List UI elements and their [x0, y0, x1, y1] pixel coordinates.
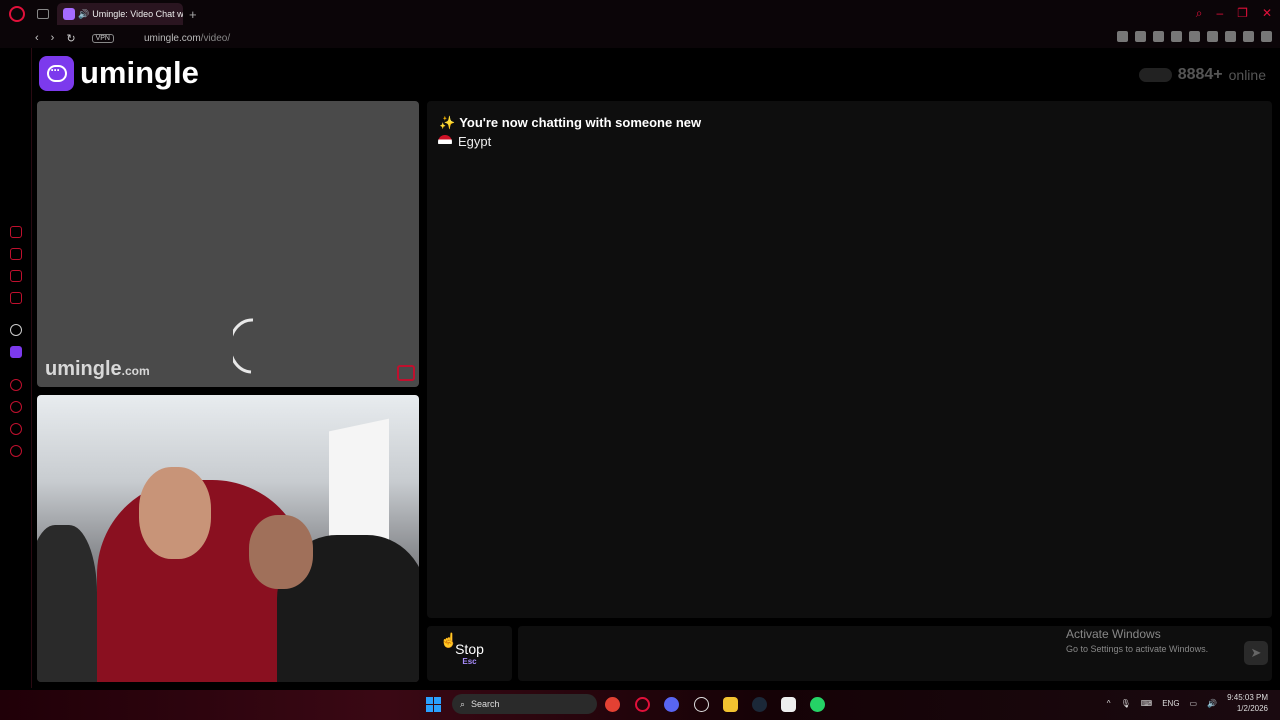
extension-icon[interactable] [1225, 31, 1236, 42]
online-label: online [1228, 67, 1266, 83]
sidebar-history-icon[interactable] [10, 401, 22, 413]
microphone-icon[interactable]: 🎙 [1121, 699, 1131, 708]
activation-subtitle: Go to Settings to activate Windows. [1066, 644, 1209, 654]
system-tray: ^ 🎙 ⌨ ENG ▭ 🔊 9:45:03 PM 1/2/2026 [1107, 692, 1268, 714]
sidebar-crypto-icon[interactable] [10, 248, 22, 260]
network-icon[interactable]: ▭ [1190, 699, 1198, 708]
translate-icon[interactable] [1171, 31, 1182, 42]
speaker-icon[interactable]: 🔊 [78, 9, 89, 20]
sparkles-icon: ✨ [439, 115, 456, 130]
opera-logo-icon[interactable] [9, 6, 25, 22]
opera-icon[interactable] [635, 697, 650, 712]
steam-icon[interactable] [752, 697, 767, 712]
new-tab-button[interactable]: + [189, 7, 197, 22]
clock-date: 1/2/2026 [1236, 704, 1268, 713]
keyboard-icon[interactable]: ⌨ [1141, 699, 1153, 708]
sidebar-aria-icon[interactable] [10, 226, 22, 238]
chat-bubble-icon [39, 55, 74, 91]
umingle-favicon-icon [63, 8, 75, 20]
download-icon[interactable] [1243, 31, 1254, 42]
sidebar-messenger-icon[interactable] [10, 270, 22, 282]
taskbar-search-label: Search [471, 699, 500, 709]
sidebar-player-icon[interactable] [10, 379, 22, 391]
browser-sidebar [0, 48, 32, 688]
play-icon[interactable] [1189, 31, 1200, 42]
sidebar-pinboard-icon[interactable] [10, 423, 22, 435]
forward-icon[interactable]: › [51, 32, 55, 45]
maximize-icon[interactable]: ❐ [1237, 6, 1248, 21]
extensions-toolbar [1117, 31, 1272, 42]
whatsapp-icon[interactable] [810, 697, 825, 712]
online-indicator: 8884+ online [1138, 66, 1266, 84]
system-message: ✨ You're now chatting with someone new [439, 115, 702, 130]
menu-icon[interactable] [1261, 31, 1272, 42]
heart-icon[interactable] [1207, 31, 1218, 42]
sidebar-settings-icon[interactable] [10, 445, 22, 457]
language-indicator[interactable]: ENG [1162, 699, 1179, 708]
sidebar-twitch-icon[interactable] [10, 346, 22, 358]
discord-icon[interactable] [664, 697, 679, 712]
tab-title: Umingle: Video Chat w [92, 9, 183, 19]
video-watermark: umingle.com [45, 358, 150, 380]
taskbar-search[interactable]: ⌕ Search [452, 694, 597, 714]
browser-tab-bar: 🔊 Umingle: Video Chat w + ⌕ – ❐ ✕ [0, 0, 1280, 28]
report-flag-icon[interactable] [397, 365, 415, 381]
stranger-country: Egypt [438, 134, 491, 149]
volume-icon[interactable]: 🔊 [1207, 699, 1217, 708]
clock-time: 9:45:03 PM [1227, 693, 1268, 702]
shield-icon[interactable] [1153, 31, 1164, 42]
theme-toggle[interactable] [1138, 68, 1172, 82]
back-icon[interactable]: ‹ [35, 32, 39, 45]
brand-name: umingle [80, 55, 199, 90]
site-logo[interactable]: umingle [39, 55, 199, 91]
bookmark-icon[interactable] [1117, 31, 1128, 42]
sidebar-gmail-icon[interactable] [10, 292, 22, 304]
address-bar: ‹ › ↻ VPN umingle.com/video/ [0, 28, 1280, 48]
vpn-badge[interactable]: VPN [91, 33, 114, 43]
clock[interactable]: 9:45:03 PM 1/2/2026 [1227, 692, 1268, 714]
activation-title: Activate Windows [1066, 627, 1161, 641]
sidebar-chatgpt-icon[interactable] [10, 324, 22, 336]
chat-log: ✨ You're now chatting with someone new Eg… [427, 101, 1272, 618]
mouse-cursor-icon: ☝ [440, 632, 458, 648]
capcut-icon[interactable] [781, 697, 796, 712]
send-icon[interactable]: ➤ [1244, 641, 1268, 665]
tray-chevron-icon[interactable]: ^ [1107, 699, 1111, 708]
search-icon: ⌕ [460, 698, 466, 709]
country-name: Egypt [458, 134, 492, 149]
file-explorer-icon[interactable] [723, 697, 738, 712]
settings-icon[interactable] [694, 697, 709, 712]
chrome-icon[interactable] [605, 697, 620, 712]
loading-spinner-icon [233, 318, 254, 374]
online-count: 8884+ [1177, 66, 1223, 83]
tab-manager-icon[interactable] [37, 9, 49, 19]
url-field[interactable]: umingle.com/video/ [144, 33, 230, 44]
search-tabs-icon[interactable]: ⌕ [1196, 6, 1203, 21]
tab-umingle[interactable]: 🔊 Umingle: Video Chat w [57, 3, 183, 25]
remote-video: umingle.com [37, 101, 419, 387]
reload-icon[interactable]: ↻ [66, 32, 75, 45]
windows-start-icon[interactable] [426, 697, 441, 712]
url-path: /video/ [200, 32, 231, 44]
window-controls: ⌕ – ❐ ✕ [1196, 6, 1272, 21]
local-video [37, 395, 419, 682]
egypt-flag-icon [438, 134, 452, 149]
stop-shortcut: Esc [462, 657, 477, 666]
windows-activation-watermark: Activate Windows Go to Settings to activ… [1066, 627, 1208, 654]
url-host: umingle.com [143, 32, 201, 44]
minimize-icon[interactable]: – [1216, 6, 1223, 21]
snapshot-icon[interactable] [1135, 31, 1146, 42]
close-icon[interactable]: ✕ [1262, 6, 1272, 21]
